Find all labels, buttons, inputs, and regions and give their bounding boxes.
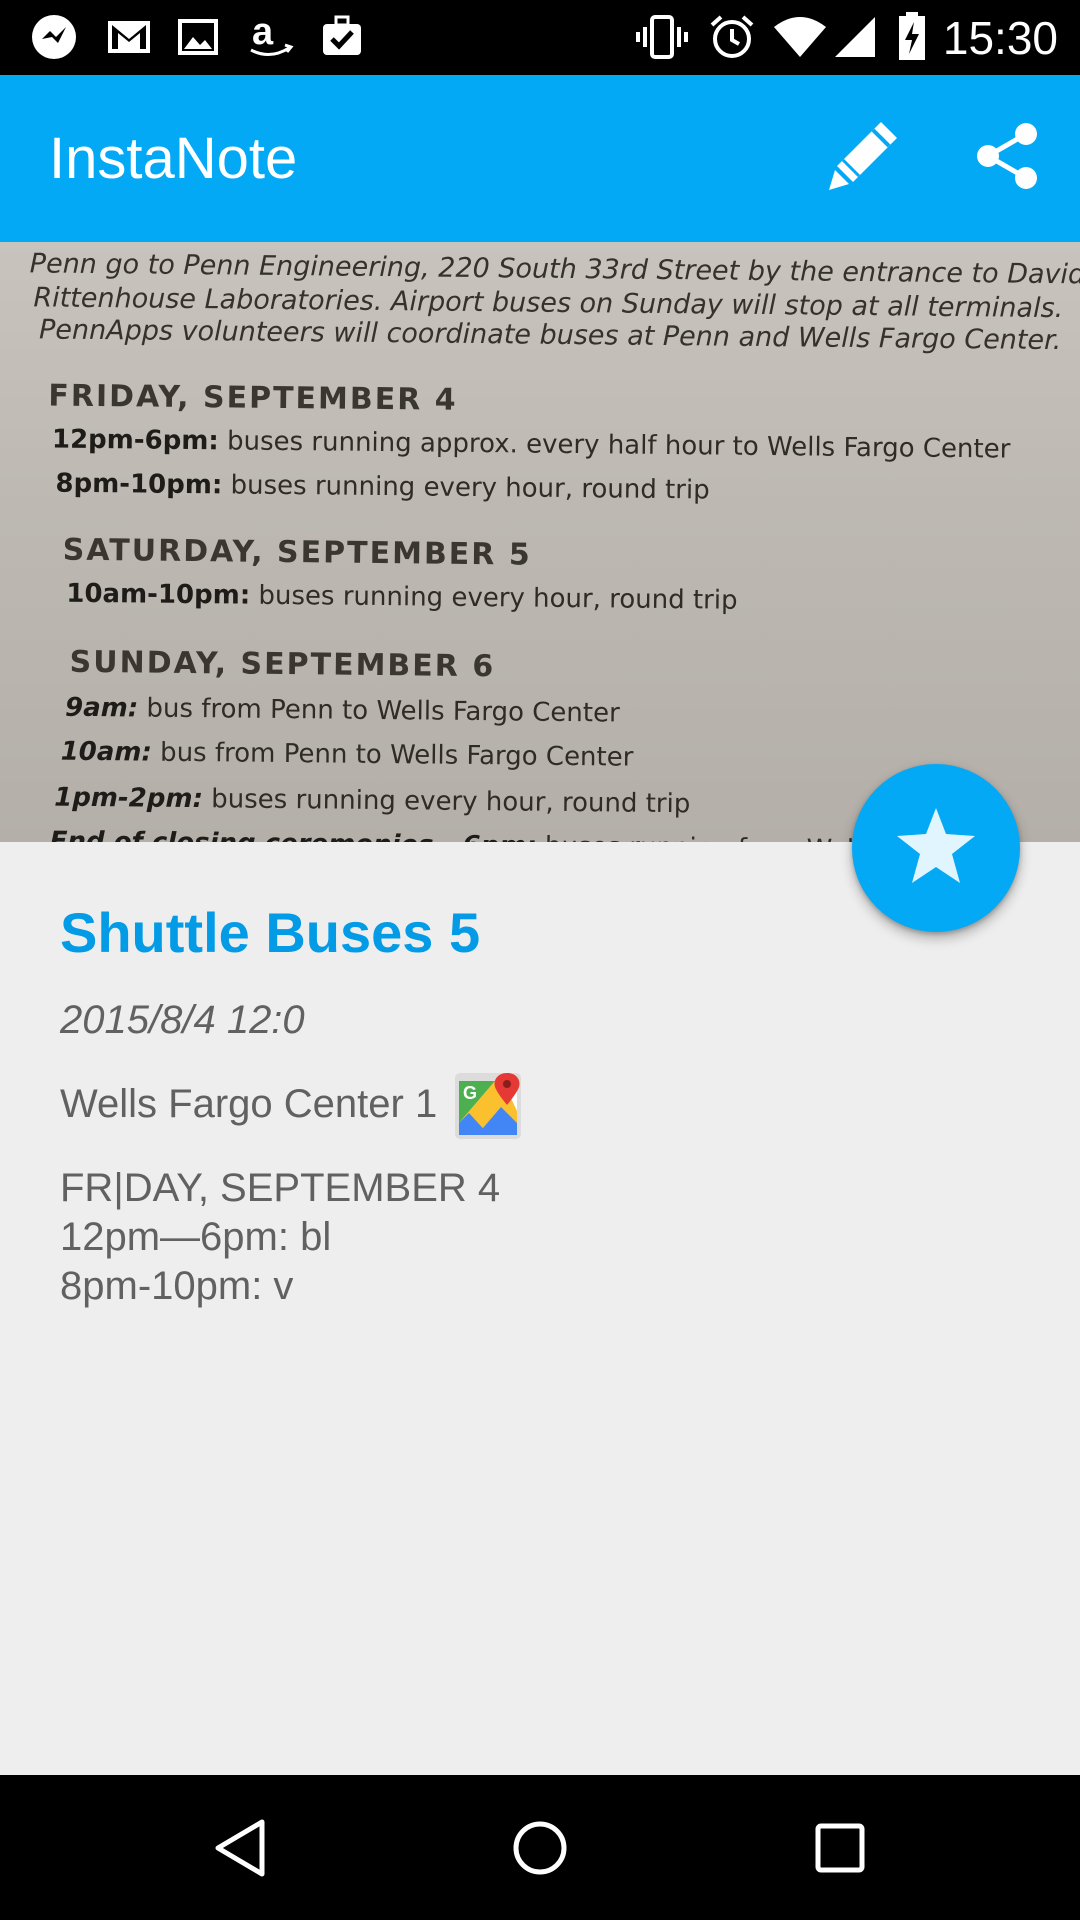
google-maps-icon[interactable]: G (455, 1071, 521, 1139)
photo-row: End of closing ceremonies - 6pm: buses r… (50, 827, 955, 842)
photo-row: 12pm-6pm: buses running approx. every ha… (51, 424, 1011, 465)
gmail-icon (104, 12, 154, 62)
photo-content: Penn go to Penn Engineering, 220 South 3… (0, 242, 1080, 842)
share-icon (972, 120, 1044, 197)
status-time: 15:30 (942, 12, 1058, 64)
recents-button[interactable] (790, 1805, 890, 1895)
signal-icon (832, 12, 878, 62)
note-location: Wells Fargo Center 1 (60, 1082, 438, 1126)
edit-icon (823, 116, 903, 201)
photo-row: 1pm-2pm: buses running every hour, round… (54, 782, 691, 820)
favorite-button[interactable] (852, 764, 1020, 932)
svg-text:G: G (463, 1083, 477, 1103)
tasks-icon (318, 12, 366, 62)
note-body-line: FR|DAY, SEPTEMBER 4 (60, 1166, 501, 1210)
photo-row: 10am: bus from Penn to Wells Fargo Cente… (60, 736, 634, 773)
note-title: Shuttle Buses 5 (60, 901, 481, 964)
photo-row: 10am-10pm: buses running every hour, rou… (66, 578, 738, 616)
back-button[interactable] (190, 1805, 290, 1895)
wifi-icon (772, 12, 828, 62)
navigation-bar (0, 1775, 1080, 1920)
note-photo[interactable]: Penn go to Penn Engineering, 220 South 3… (0, 242, 1080, 842)
home-icon (510, 1818, 570, 1883)
note-date: 2015/8/4 12:0 (60, 998, 305, 1042)
edit-button[interactable] (818, 113, 908, 203)
note-body-line: 12pm—6pm: bl (60, 1215, 332, 1259)
battery-charging-icon (894, 12, 930, 62)
note-body: FR|DAY, SEPTEMBER 4 12pm—6pm: bl 8pm-10p… (60, 1164, 500, 1311)
photo-row: 9am: bus from Penn to Wells Fargo Center (64, 692, 620, 729)
app-title: InstaNote (49, 126, 298, 191)
svg-text:a: a (252, 12, 274, 53)
gallery-icon (176, 12, 220, 62)
alarm-icon (706, 12, 758, 62)
messenger-icon (28, 12, 80, 62)
home-button[interactable] (490, 1805, 590, 1895)
vibrate-icon (634, 12, 690, 62)
photo-day-heading: SUNDAY, SEPTEMBER 6 (69, 644, 496, 685)
status-bar: a 15:30 (0, 0, 1080, 75)
note-body-line: 8pm-10pm: v (60, 1264, 294, 1308)
amazon-icon: a (244, 12, 296, 62)
share-button[interactable] (963, 113, 1053, 203)
photo-day-heading: SATURDAY, SEPTEMBER 5 (62, 532, 532, 573)
star-icon (895, 806, 977, 891)
recents-icon (812, 1820, 868, 1881)
photo-day-heading: FRIDAY, SEPTEMBER 4 (48, 378, 458, 418)
app-bar: InstaNote (0, 75, 1080, 242)
photo-row: 8pm-10pm: buses running every hour, roun… (55, 468, 710, 506)
back-icon (212, 1818, 268, 1883)
